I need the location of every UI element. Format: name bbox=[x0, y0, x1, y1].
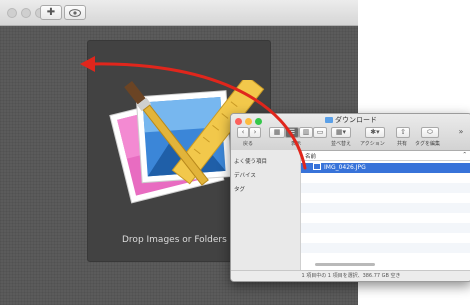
finder-file-list: 名前 ⌃ IMG_0426.JPG bbox=[301, 150, 470, 270]
view-icon-button[interactable]: ▦ bbox=[269, 127, 285, 138]
name-column-header[interactable]: 名前 ⌃ bbox=[301, 152, 470, 161]
table-row bbox=[301, 233, 470, 243]
tags-label: タグを編集 bbox=[415, 141, 441, 147]
image-file-icon bbox=[313, 163, 321, 170]
horizontal-scrollbar[interactable] bbox=[315, 263, 375, 266]
share-label: 共有 bbox=[397, 141, 408, 147]
gallery-icon: ▭ bbox=[316, 128, 324, 136]
sort-label: 並べ替え bbox=[331, 141, 352, 147]
finder-window: ダウンロード ‹ › 戻る ▦ ☰ ▥ ▭ 表示 ▦▾ 並べ替え ✱▾ アクショ… bbox=[230, 113, 470, 282]
list-icon: ☰ bbox=[288, 128, 296, 136]
table-row bbox=[301, 243, 470, 253]
view-list-button[interactable]: ☰ bbox=[285, 127, 299, 138]
action-label: アクション bbox=[360, 141, 385, 147]
table-row bbox=[301, 213, 470, 223]
chevron-up-icon: ⌃ bbox=[462, 152, 467, 158]
forward-button[interactable]: › bbox=[249, 127, 261, 138]
finder-sidebar: よく使う項目 デバイス タグ bbox=[231, 150, 301, 270]
sidebar-favorites[interactable]: よく使う項目 bbox=[234, 157, 267, 165]
tags-button[interactable]: ⬭ bbox=[421, 127, 439, 138]
share-button[interactable]: ⇧ bbox=[396, 127, 410, 138]
minimize-button[interactable] bbox=[21, 8, 31, 18]
columns-icon: ▥ bbox=[302, 128, 310, 136]
view-gallery-button[interactable]: ▭ bbox=[313, 127, 327, 138]
action-button[interactable]: ✱▾ bbox=[365, 127, 385, 138]
table-row bbox=[301, 223, 470, 233]
plus-icon: ✚ bbox=[46, 7, 56, 18]
table-row bbox=[301, 183, 470, 193]
sidebar-tags[interactable]: タグ bbox=[234, 185, 245, 193]
gear-icon: ✱▾ bbox=[370, 128, 380, 136]
eye-icon bbox=[69, 9, 81, 17]
tag-icon: ⬭ bbox=[427, 128, 433, 136]
finder-title: ダウンロード bbox=[231, 115, 470, 125]
toolbar-overflow-button[interactable]: » bbox=[455, 127, 467, 138]
grid-icon: ▦ bbox=[273, 128, 281, 136]
chevron-right-icon: › bbox=[253, 128, 257, 136]
table-row[interactable]: IMG_0426.JPG bbox=[301, 163, 470, 173]
chevron-left-icon: ‹ bbox=[241, 128, 245, 136]
sidebar-devices[interactable]: デバイス bbox=[234, 171, 256, 179]
sort-button[interactable]: ▦▾ bbox=[331, 127, 351, 138]
add-button[interactable]: ✚ bbox=[40, 5, 62, 20]
app-titlebar: ✚ bbox=[0, 0, 358, 26]
preview-button[interactable] bbox=[64, 5, 86, 20]
table-row bbox=[301, 193, 470, 203]
share-icon: ⇧ bbox=[400, 128, 406, 136]
table-row bbox=[301, 203, 470, 213]
arrange-icon: ▦▾ bbox=[335, 128, 347, 136]
back-label: 戻る bbox=[243, 141, 254, 147]
close-button[interactable] bbox=[7, 8, 17, 18]
back-button[interactable]: ‹ bbox=[237, 127, 249, 138]
folder-icon bbox=[325, 117, 333, 123]
view-column-button[interactable]: ▥ bbox=[299, 127, 313, 138]
finder-status-bar: 1 項目中の 1 項目を選択、386.77 GB 空き bbox=[231, 270, 470, 281]
view-label: 表示 bbox=[291, 141, 302, 147]
chevrons-right-icon: » bbox=[458, 127, 464, 136]
table-row bbox=[301, 253, 470, 263]
table-row bbox=[301, 173, 470, 183]
finder-toolbar: ダウンロード ‹ › 戻る ▦ ☰ ▥ ▭ 表示 ▦▾ 並べ替え ✱▾ アクショ… bbox=[231, 114, 470, 151]
